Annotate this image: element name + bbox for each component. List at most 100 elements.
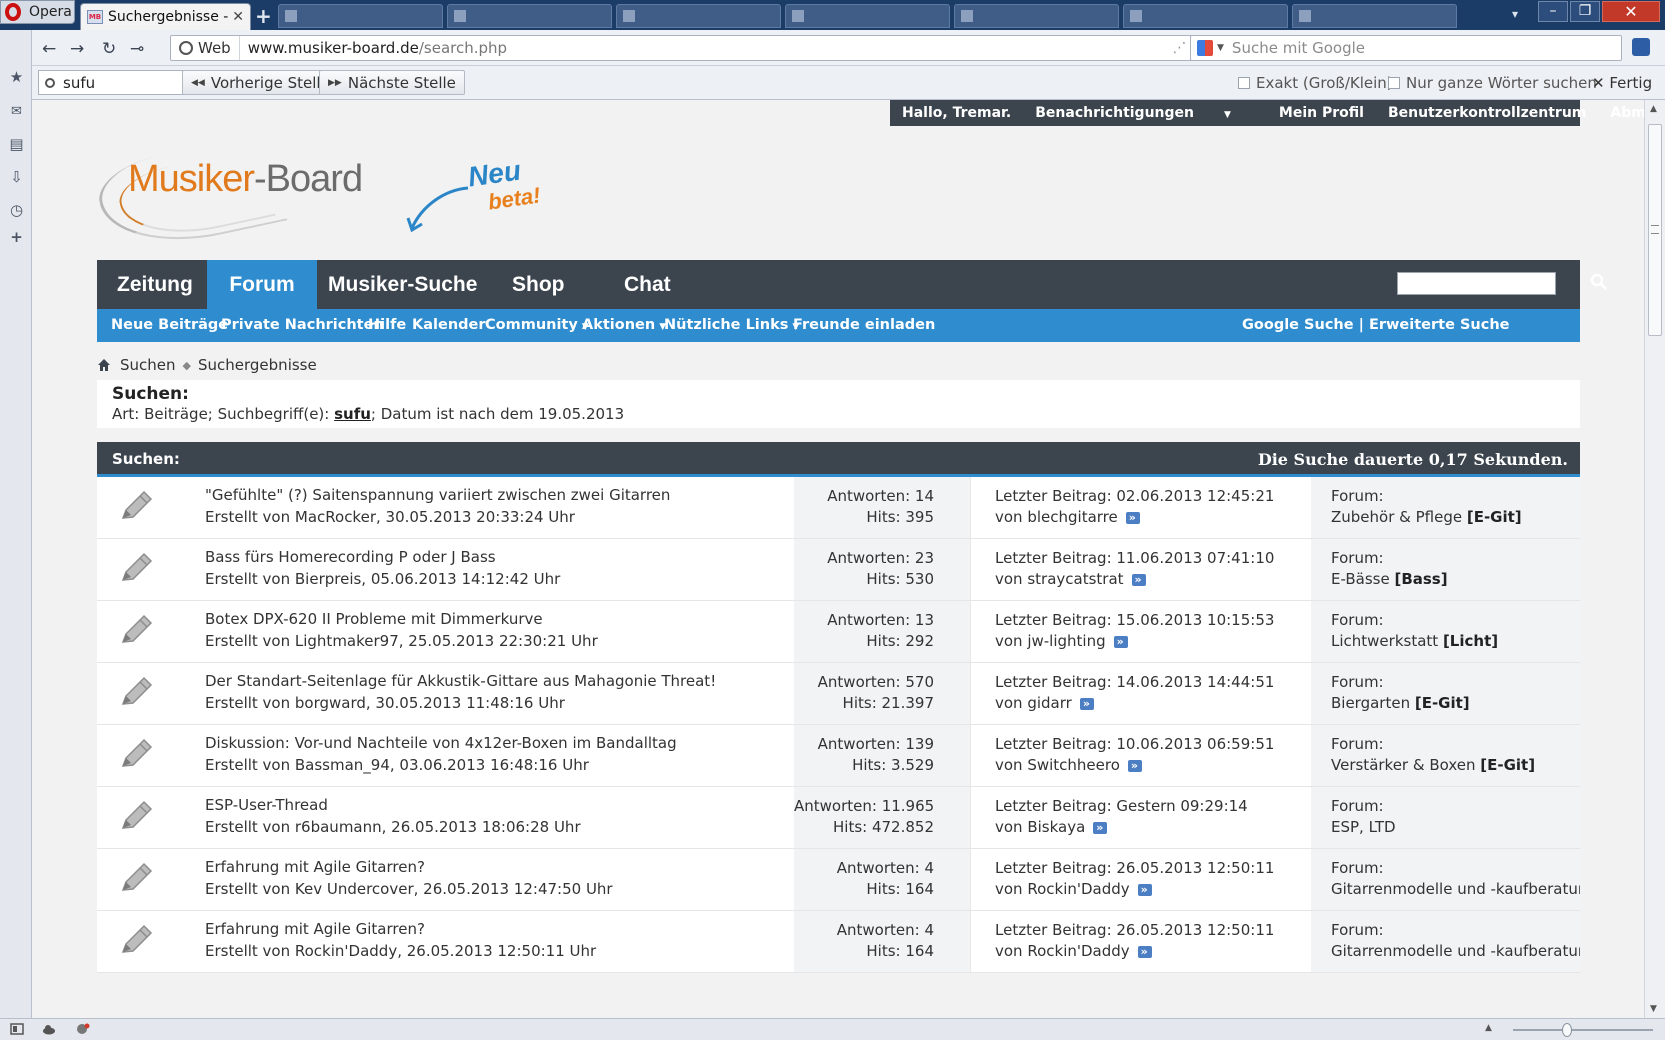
result-forum-link[interactable]: Lichtwerkstatt bbox=[1331, 632, 1443, 650]
find-done-button[interactable]: ✕ Fertig bbox=[1592, 74, 1652, 92]
go-to-post-icon[interactable] bbox=[1093, 817, 1108, 838]
subnav-help[interactable]: Hilfe bbox=[368, 317, 406, 333]
result-last-post-author[interactable]: von blechgitarre bbox=[995, 508, 1118, 526]
go-to-post-icon[interactable] bbox=[1127, 755, 1142, 776]
result-last-post-author[interactable]: von Biskaya bbox=[995, 818, 1085, 836]
find-previous-button[interactable]: ◀◀ Vorherige Stelle bbox=[182, 70, 339, 95]
tab-list-arrow-icon[interactable]: ▾ bbox=[1512, 7, 1518, 21]
minimize-button[interactable]: – bbox=[1538, 1, 1568, 22]
control-panel-link[interactable]: Benutzerkontrollzentrum bbox=[1388, 105, 1586, 121]
tab-background[interactable] bbox=[616, 4, 781, 28]
url-field[interactable]: Web www.musiker-board.de/search.php ⋰ ★ bbox=[170, 35, 1216, 61]
site-logo[interactable]: Musiker-Board bbox=[92, 132, 363, 258]
tab-background[interactable] bbox=[1292, 4, 1457, 28]
notes-icon[interactable]: ▤ bbox=[9, 137, 24, 152]
url-text[interactable]: www.musiker-board.de/search.php bbox=[240, 39, 1173, 57]
result-thread-title-link[interactable]: Erfahrung mit Agile Gitarren? bbox=[205, 920, 425, 938]
profile-link[interactable]: Mein Profil bbox=[1279, 105, 1364, 121]
result-last-post-author[interactable]: von straycatstrat bbox=[995, 570, 1124, 588]
notifications-menu[interactable]: Benachrichtigungen ▼ bbox=[1035, 105, 1255, 121]
site-identity[interactable]: Web bbox=[171, 36, 240, 60]
go-to-post-icon[interactable] bbox=[1137, 879, 1152, 900]
result-row[interactable]: Botex DPX-620 II Probleme mit Dimmerkurv… bbox=[97, 601, 1580, 663]
checkbox-box[interactable] bbox=[1388, 77, 1400, 89]
tab-background[interactable] bbox=[278, 4, 443, 28]
subnav-calendar[interactable]: Kalender bbox=[412, 317, 486, 333]
search-icon[interactable] bbox=[1590, 273, 1608, 291]
tab-background[interactable] bbox=[954, 4, 1119, 28]
nav-tab-forum[interactable]: Forum bbox=[207, 260, 317, 309]
forward-arrow-icon[interactable]: → bbox=[70, 39, 84, 59]
go-to-post-icon[interactable] bbox=[1079, 693, 1094, 714]
nav-tab-zeitung[interactable]: Zeitung bbox=[117, 260, 193, 309]
key-icon[interactable]: ⊸ bbox=[130, 39, 144, 59]
breadcrumb-search-link[interactable]: Suchen bbox=[120, 356, 176, 374]
panel-toggle-icon[interactable] bbox=[10, 1023, 24, 1035]
tab-active[interactable]: MB Suchergebnisse - ... ✕ bbox=[80, 3, 251, 30]
forum-search-input[interactable] bbox=[1397, 272, 1556, 295]
nav-tab-musiker-suche[interactable]: Musiker-Suche bbox=[328, 260, 477, 309]
result-forum-link[interactable]: ESP, LTD bbox=[1331, 818, 1396, 836]
subnav-community[interactable]: Community ▼ bbox=[485, 317, 589, 333]
logout-link[interactable]: Abmelden bbox=[1610, 105, 1644, 121]
go-to-post-icon[interactable] bbox=[1125, 507, 1140, 528]
result-thread-title-link[interactable]: Der Standart-Seitenlage für Akkustik-Git… bbox=[205, 672, 716, 690]
vertical-scrollbar[interactable]: ▲ ▼ bbox=[1644, 100, 1665, 1018]
result-last-post-author[interactable]: von Switchheero bbox=[995, 756, 1120, 774]
nav-tab-chat[interactable]: Chat bbox=[624, 260, 671, 309]
subnav-useful-links[interactable]: Nützliche Links ▼ bbox=[664, 317, 799, 333]
extension-save-icon[interactable] bbox=[1632, 38, 1650, 56]
scroll-down-arrow-icon[interactable]: ▼ bbox=[1650, 1004, 1657, 1014]
web-search-field[interactable]: ▼ Suche mit Google bbox=[1190, 35, 1622, 61]
mail-icon[interactable]: ✉ bbox=[9, 104, 24, 119]
result-thread-title-link[interactable]: Erfahrung mit Agile Gitarren? bbox=[205, 858, 425, 876]
result-forum-link[interactable]: Biergarten bbox=[1331, 694, 1415, 712]
subnav-google-advanced-search[interactable]: Google Suche | Erweiterte Suche bbox=[1242, 317, 1509, 333]
result-thread-title-link[interactable]: "Gefühlte" (?) Saitenspannung variiert z… bbox=[205, 486, 670, 504]
result-row[interactable]: ESP-User-Thread Erstellt von r6baumann, 2… bbox=[97, 787, 1580, 849]
result-last-post-author[interactable]: von Rockin'Daddy bbox=[995, 942, 1130, 960]
find-next-button[interactable]: ▶▶ Nächste Stelle bbox=[319, 70, 465, 95]
result-thread-title-link[interactable]: Botex DPX-620 II Probleme mit Dimmerkurv… bbox=[205, 610, 543, 628]
result-row[interactable]: "Gefühlte" (?) Saitenspannung variiert z… bbox=[97, 477, 1580, 539]
result-forum-link[interactable]: Gitarrenmodelle und -kaufberatung bbox=[1331, 880, 1580, 898]
subnav-new-posts[interactable]: Neue Beiträge bbox=[111, 317, 228, 333]
tab-background[interactable] bbox=[1123, 4, 1288, 28]
zoom-slider[interactable] bbox=[1513, 1029, 1653, 1031]
result-thread-title-link[interactable]: ESP-User-Thread bbox=[205, 796, 328, 814]
turbo-icon[interactable] bbox=[76, 1023, 90, 1035]
result-forum-link[interactable]: E-Bässe bbox=[1331, 570, 1394, 588]
result-row[interactable]: Der Standart-Seitenlage für Akkustik-Git… bbox=[97, 663, 1580, 725]
result-row[interactable]: Diskussion: Vor-und Nachteile von 4x12er… bbox=[97, 725, 1580, 787]
subnav-actions[interactable]: Aktionen ▼ bbox=[582, 317, 666, 333]
tab-close-icon[interactable]: ✕ bbox=[232, 9, 244, 25]
go-to-post-icon[interactable] bbox=[1131, 569, 1146, 590]
tab-background[interactable] bbox=[447, 4, 612, 28]
history-icon[interactable]: ◷ bbox=[9, 203, 24, 218]
go-to-post-icon[interactable] bbox=[1113, 631, 1128, 652]
result-last-post-author[interactable]: von Rockin'Daddy bbox=[995, 880, 1130, 898]
result-row[interactable]: Erfahrung mit Agile Gitarren? Erstellt vo… bbox=[97, 849, 1580, 911]
cloud-icon[interactable] bbox=[42, 1023, 56, 1035]
result-thread-title-link[interactable]: Bass fürs Homerecording P oder J Bass bbox=[205, 548, 496, 566]
result-row[interactable]: Erfahrung mit Agile Gitarren? Erstellt vo… bbox=[97, 911, 1580, 973]
google-icon[interactable] bbox=[1197, 40, 1213, 56]
scroll-up-arrow-icon[interactable]: ▲ bbox=[1650, 104, 1657, 114]
search-engine-chevron-down-icon[interactable]: ▼ bbox=[1217, 43, 1224, 53]
whole-words-checkbox[interactable]: Nur ganze Wörter suchen bbox=[1388, 74, 1597, 92]
result-row[interactable]: Bass fürs Homerecording P oder J Bass Ers… bbox=[97, 539, 1580, 601]
result-last-post-author[interactable]: von jw-lighting bbox=[995, 632, 1106, 650]
find-input[interactable]: sufu bbox=[38, 70, 186, 95]
zoom-slider-knob[interactable] bbox=[1562, 1023, 1572, 1037]
result-forum-link[interactable]: Zubehör & Pflege bbox=[1331, 508, 1467, 526]
zoom-menu-arrow-icon[interactable]: ▲ bbox=[1485, 1023, 1492, 1033]
result-forum-link[interactable]: Verstärker & Boxen bbox=[1331, 756, 1480, 774]
result-last-post-author[interactable]: von gidarr bbox=[995, 694, 1072, 712]
maximize-button[interactable]: ❐ bbox=[1570, 1, 1600, 22]
tab-background[interactable] bbox=[785, 4, 950, 28]
back-arrow-icon[interactable]: ← bbox=[42, 39, 56, 59]
bookmarks-icon[interactable]: ★ bbox=[9, 70, 24, 85]
home-icon[interactable] bbox=[97, 358, 111, 372]
result-forum-link[interactable]: Gitarrenmodelle und -kaufberatung bbox=[1331, 942, 1580, 960]
reload-icon[interactable]: ↻ bbox=[102, 39, 116, 59]
